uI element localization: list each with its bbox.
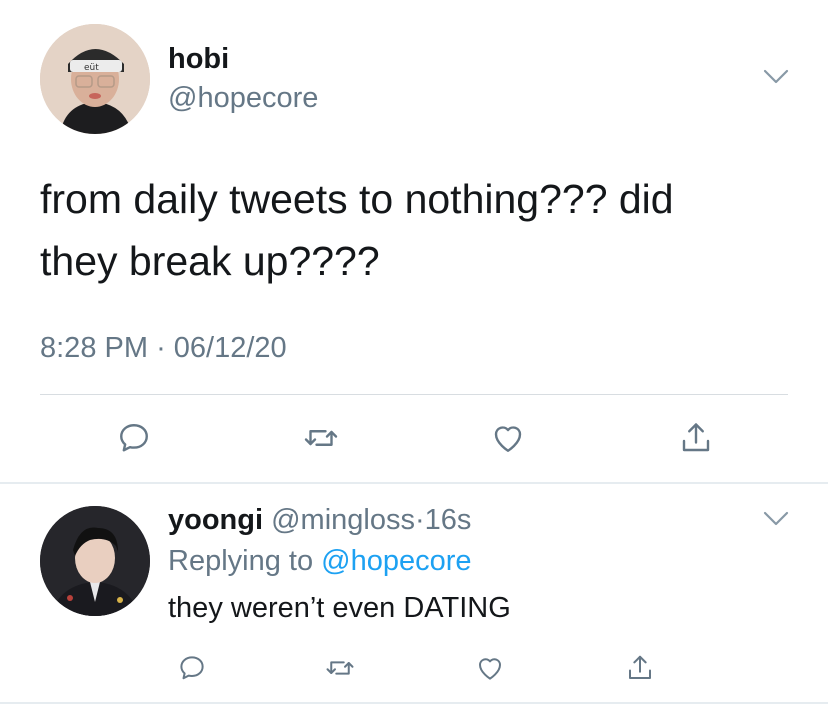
tweet-age[interactable]: 16s — [425, 504, 472, 536]
replying-to-label: Replying to — [168, 545, 314, 577]
share-button[interactable] — [620, 648, 660, 688]
author-handle[interactable]: @mingloss — [271, 504, 415, 536]
chevron-down-icon[interactable] — [762, 68, 790, 86]
share-button[interactable] — [676, 418, 716, 458]
share-upload-icon — [682, 423, 710, 452]
reply-button[interactable] — [114, 418, 154, 458]
like-button[interactable] — [470, 648, 510, 688]
heart-icon — [494, 426, 522, 452]
tweet-date: 06/12/20 — [173, 332, 287, 364]
avatar-image — [40, 506, 150, 616]
tweet-time: 8:28 PM — [40, 332, 148, 364]
avatar-image: eüt — [40, 24, 150, 134]
avatar[interactable]: eüt — [40, 24, 150, 134]
tweet-timestamp[interactable]: 8:28 PM · 06/12/20 — [40, 332, 287, 365]
author-display-name[interactable]: yoongi — [168, 504, 263, 536]
reply-tweet-text: they weren’t even DATING — [168, 592, 511, 624]
tweet-text-line: they break up???? — [40, 238, 380, 284]
tweet-text-line: from daily tweets to nothing??? did — [40, 176, 674, 222]
like-button[interactable] — [488, 418, 528, 458]
retweet-icon — [304, 430, 338, 446]
avatar-badge-text: eüt — [84, 63, 99, 73]
reply-button[interactable] — [172, 648, 212, 688]
meta-separator: · — [414, 504, 425, 536]
tweet-text: from daily tweets to nothing??? did they… — [40, 168, 780, 292]
retweet-button[interactable] — [301, 418, 341, 458]
comment-bubble-icon — [180, 656, 204, 680]
retweet-button[interactable] — [320, 648, 360, 688]
divider — [0, 482, 828, 484]
retweet-icon — [326, 661, 354, 675]
chevron-down-icon[interactable] — [762, 510, 790, 528]
reply-header: yoongi @mingloss·16s — [168, 504, 471, 537]
heart-icon — [479, 658, 501, 680]
avatar[interactable] — [40, 506, 150, 616]
author-display-name[interactable]: hobi — [168, 43, 229, 76]
comment-bubble-icon — [120, 424, 148, 452]
share-upload-icon — [629, 655, 651, 679]
meta-separator: · — [156, 332, 166, 364]
replying-to-line: Replying to @hopecore — [168, 545, 472, 578]
replying-to-mention-link[interactable]: @hopecore — [321, 545, 471, 577]
tweet-thread: eüt hobi @hopecore from daily tweets to … — [0, 0, 828, 704]
author-handle[interactable]: @hopecore — [168, 82, 318, 115]
divider — [40, 394, 788, 395]
